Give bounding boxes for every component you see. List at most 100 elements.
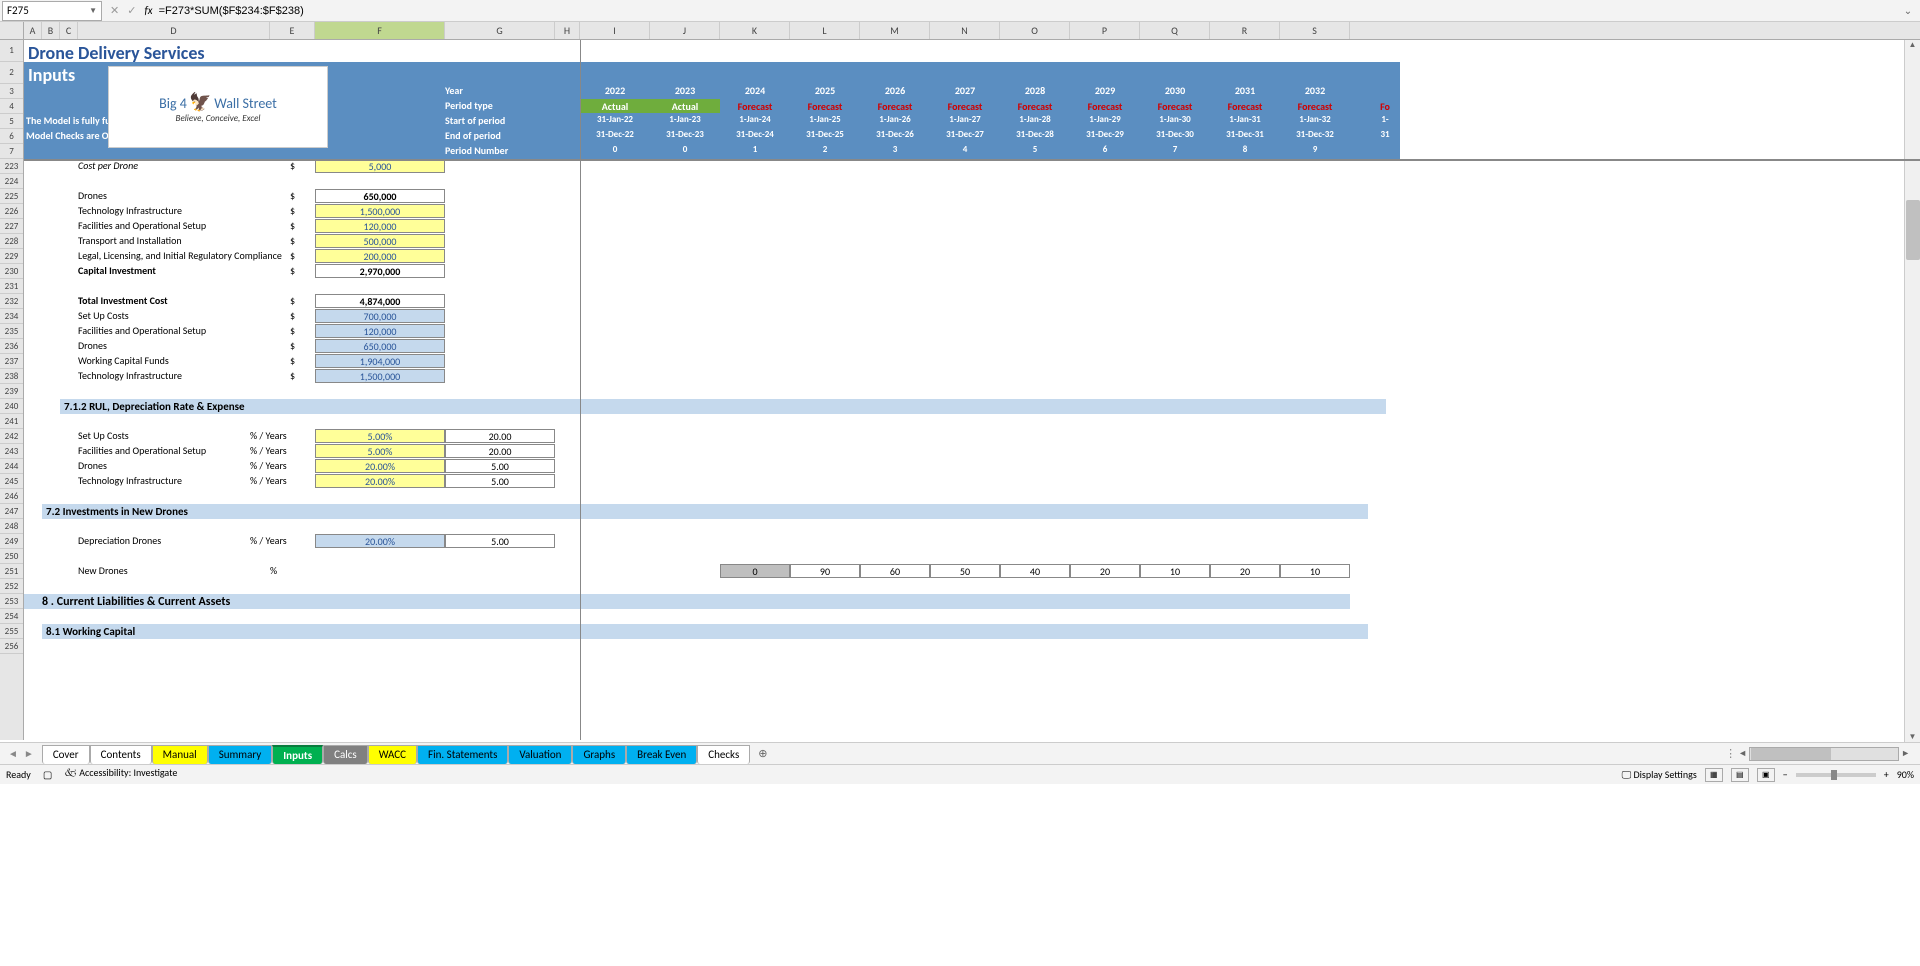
row-header-252[interactable]: 252: [0, 579, 23, 594]
row-header-238[interactable]: 238: [0, 369, 23, 384]
row-header-236[interactable]: 236: [0, 339, 23, 354]
row-header-254[interactable]: 254: [0, 609, 23, 624]
col-header-P[interactable]: P: [1070, 22, 1140, 39]
row-header-237[interactable]: 237: [0, 354, 23, 369]
vertical-scrollbar[interactable]: ▲ ▼: [1904, 40, 1920, 742]
col-header-A[interactable]: A: [24, 22, 42, 39]
sheet-tab-checks[interactable]: Checks: [697, 745, 750, 764]
sheet-tab-cover[interactable]: Cover: [42, 745, 90, 764]
select-all-corner[interactable]: [0, 22, 24, 39]
row-value[interactable]: 1,500,000: [315, 369, 445, 383]
row-header-230[interactable]: 230: [0, 264, 23, 279]
name-box[interactable]: F275 ▼: [2, 1, 102, 21]
sheet-tab-inputs[interactable]: Inputs: [272, 745, 323, 764]
fx-icon[interactable]: fx: [144, 4, 152, 17]
col-header-G[interactable]: G: [445, 22, 555, 39]
row-header-224[interactable]: 224: [0, 174, 23, 189]
drone-pct[interactable]: 90: [790, 564, 860, 578]
accept-formula-icon[interactable]: ✓: [127, 4, 136, 17]
scroll-up-icon[interactable]: ▲: [1905, 40, 1920, 50]
row-header-256[interactable]: 256: [0, 639, 23, 654]
sheet-tab-wacc[interactable]: WACC: [368, 745, 417, 764]
row-header-234[interactable]: 234: [0, 309, 23, 324]
row-header-248[interactable]: 248: [0, 519, 23, 534]
row-header-226[interactable]: 226: [0, 204, 23, 219]
row-header-251[interactable]: 251: [0, 564, 23, 579]
col-header-S[interactable]: S: [1280, 22, 1350, 39]
drone-pct[interactable]: 20: [1210, 564, 1280, 578]
col-header-N[interactable]: N: [930, 22, 1000, 39]
sheet-tab-calcs[interactable]: Calcs: [323, 745, 368, 764]
row-value[interactable]: 120,000: [315, 219, 445, 233]
horizontal-scrollbar[interactable]: [1749, 747, 1899, 761]
col-header-D[interactable]: D: [78, 22, 270, 39]
row-header-231[interactable]: 231: [0, 279, 23, 294]
drone-pct[interactable]: 40: [1000, 564, 1070, 578]
col-header-M[interactable]: M: [860, 22, 930, 39]
row-header-4[interactable]: 4: [0, 99, 23, 114]
sheet-tab-summary[interactable]: Summary: [208, 745, 273, 764]
col-header-J[interactable]: J: [650, 22, 720, 39]
row-value[interactable]: 1,904,000: [315, 354, 445, 368]
drone-pct[interactable]: 0: [720, 564, 790, 578]
row-value[interactable]: 650,000: [315, 189, 445, 203]
hscroll-thumb[interactable]: [1751, 748, 1831, 760]
row-header-235[interactable]: 235: [0, 324, 23, 339]
rate-input[interactable]: 5.00%: [315, 444, 445, 458]
row-value[interactable]: 4,874,000: [315, 294, 445, 308]
tab-nav-prev-icon[interactable]: ►: [24, 747, 34, 760]
row-header-246[interactable]: 246: [0, 489, 23, 504]
tab-split-handle[interactable]: ⋮: [1725, 747, 1736, 760]
cancel-formula-icon[interactable]: ✕: [110, 4, 119, 17]
row-value[interactable]: 650,000: [315, 339, 445, 353]
page-layout-view-icon[interactable]: ▤: [1731, 768, 1749, 782]
zoom-thumb[interactable]: [1831, 770, 1837, 780]
col-header-K[interactable]: K: [720, 22, 790, 39]
row-header-2[interactable]: 2: [0, 62, 23, 84]
drone-pct[interactable]: 10: [1280, 564, 1350, 578]
spreadsheet-grid[interactable]: ABCDEFGHIJKLMNOPQRS 12345672232242252262…: [0, 22, 1920, 742]
rate-input[interactable]: 20.00%: [315, 534, 445, 548]
normal-view-icon[interactable]: ▦: [1705, 768, 1723, 782]
col-header-Q[interactable]: Q: [1140, 22, 1210, 39]
row-header-227[interactable]: 227: [0, 219, 23, 234]
col-header-F[interactable]: F: [315, 22, 445, 39]
row-header-249[interactable]: 249: [0, 534, 23, 549]
row-value[interactable]: 200,000: [315, 249, 445, 263]
scroll-down-icon[interactable]: ▼: [1905, 732, 1920, 742]
row-header-250[interactable]: 250: [0, 549, 23, 564]
page-break-view-icon[interactable]: ▣: [1757, 768, 1775, 782]
row-value[interactable]: 120,000: [315, 324, 445, 338]
row-header-223[interactable]: 223: [0, 159, 23, 174]
drone-pct[interactable]: 50: [930, 564, 1000, 578]
col-header-H[interactable]: H: [555, 22, 580, 39]
row-header-240[interactable]: 240: [0, 399, 23, 414]
row-header-6[interactable]: 6: [0, 129, 23, 144]
row-header-239[interactable]: 239: [0, 384, 23, 399]
row-header-232[interactable]: 232: [0, 294, 23, 309]
macro-record-icon[interactable]: ▢: [43, 768, 52, 781]
row-header-7[interactable]: 7: [0, 144, 23, 159]
row-header-242[interactable]: 242: [0, 429, 23, 444]
row-value[interactable]: 1,500,000: [315, 204, 445, 218]
sheet-tab-contents[interactable]: Contents: [90, 745, 152, 764]
drone-pct[interactable]: 20: [1070, 564, 1140, 578]
col-header-C[interactable]: C: [60, 22, 78, 39]
drone-pct[interactable]: 60: [860, 564, 930, 578]
col-header-O[interactable]: O: [1000, 22, 1070, 39]
col-header-I[interactable]: I: [580, 22, 650, 39]
sheet-tab-break-even[interactable]: Break Even: [626, 745, 697, 764]
row-header-244[interactable]: 244: [0, 459, 23, 474]
formula-bar[interactable]: [153, 5, 1900, 17]
row-header-228[interactable]: 228: [0, 234, 23, 249]
row-value[interactable]: 700,000: [315, 309, 445, 323]
rate-input[interactable]: 5.00%: [315, 429, 445, 443]
tab-nav-first-icon[interactable]: ◄: [8, 747, 18, 760]
row-value[interactable]: 2,970,000: [315, 264, 445, 278]
row-header-5[interactable]: 5: [0, 114, 23, 129]
row-value[interactable]: 500,000: [315, 234, 445, 248]
row-header-225[interactable]: 225: [0, 189, 23, 204]
drone-pct[interactable]: 10: [1140, 564, 1210, 578]
accessibility-status[interactable]: 🙵 Accessibility: Investigate: [64, 766, 177, 783]
scroll-thumb[interactable]: [1906, 200, 1920, 260]
